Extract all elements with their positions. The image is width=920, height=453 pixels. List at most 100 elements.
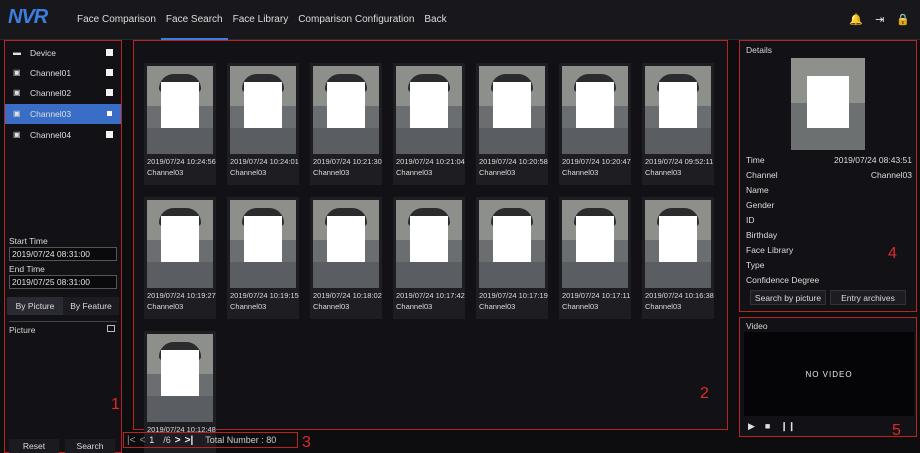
camera-icon: ▣ bbox=[13, 68, 21, 77]
channel-label: Channel01 bbox=[30, 68, 72, 78]
result-time: 2019/07/24 10:19:15 bbox=[230, 291, 299, 300]
lock-icon[interactable]: 🔒 bbox=[896, 13, 910, 26]
channel-row-03[interactable]: ▣ Channel03 bbox=[5, 104, 121, 124]
reset-button[interactable]: Reset bbox=[9, 439, 59, 453]
channel-checkbox[interactable] bbox=[106, 69, 113, 76]
result-channel: Channel03 bbox=[479, 302, 516, 311]
face-snapshot bbox=[562, 200, 628, 288]
result-card[interactable]: 2019/07/24 10:24:56 Channel03 bbox=[144, 63, 216, 185]
tab-by-picture[interactable]: By Picture bbox=[7, 297, 63, 315]
result-card[interactable]: 2019/07/24 10:18:02 Channel03 bbox=[310, 197, 382, 319]
channel-row-01[interactable]: ▣ Channel01 bbox=[5, 63, 121, 83]
detail-confidence: Confidence Degree bbox=[746, 275, 820, 285]
detail-birthday: Birthday bbox=[746, 230, 778, 240]
result-channel: Channel03 bbox=[396, 302, 433, 311]
result-time: 2019/07/24 10:20:47 bbox=[562, 157, 631, 166]
top-icons: 🔔 ⇥ 🔒 bbox=[849, 13, 910, 26]
tab-comparison-configuration[interactable]: Comparison Configuration bbox=[293, 0, 419, 40]
detail-gender: Gender bbox=[746, 200, 775, 210]
tab-by-feature[interactable]: By Feature bbox=[63, 297, 119, 315]
face-mask bbox=[493, 82, 531, 128]
details-panel: Details Time 2019/07/24 08:43:51 Channel C… bbox=[739, 40, 917, 312]
device-icon: ▬ bbox=[13, 48, 21, 57]
details-title: Details bbox=[746, 45, 772, 55]
add-picture-icon[interactable] bbox=[107, 325, 115, 332]
marker-1: 1 bbox=[111, 396, 120, 413]
bell-icon[interactable]: 🔔 bbox=[849, 13, 863, 26]
channel-row-04[interactable]: ▣ Channel04 bbox=[5, 125, 121, 145]
face-mask bbox=[807, 76, 849, 128]
result-card[interactable]: 2019/07/24 10:19:27 Channel03 bbox=[144, 197, 216, 319]
result-time: 2019/07/24 10:20:58 bbox=[479, 157, 548, 166]
device-row[interactable]: ▬ Device bbox=[5, 43, 121, 63]
end-time-label: End Time bbox=[9, 264, 45, 274]
tab-face-library[interactable]: Face Library bbox=[228, 0, 294, 40]
result-time: 2019/07/24 10:17:42 bbox=[396, 291, 465, 300]
play-icon[interactable]: ▶ bbox=[748, 421, 755, 432]
camera-icon: ▣ bbox=[13, 130, 21, 139]
face-mask bbox=[659, 82, 697, 128]
channel-row-02[interactable]: ▣ Channel02 bbox=[5, 83, 121, 103]
page-input[interactable]: 1 bbox=[149, 435, 159, 445]
result-card[interactable]: 2019/07/24 10:20:47 Channel03 bbox=[559, 63, 631, 185]
result-card[interactable]: 2019/07/24 10:17:42 Channel03 bbox=[393, 197, 465, 319]
search-by-picture-button[interactable]: Search by picture bbox=[750, 290, 826, 305]
result-card[interactable]: 2019/07/24 10:19:15 Channel03 bbox=[227, 197, 299, 319]
tab-back[interactable]: Back bbox=[419, 0, 451, 40]
tab-face-search[interactable]: Face Search bbox=[160, 0, 228, 40]
face-mask bbox=[244, 82, 282, 128]
result-time: 2019/07/24 10:21:30 bbox=[313, 157, 382, 166]
channel-checkbox[interactable] bbox=[106, 89, 113, 96]
result-channel: Channel03 bbox=[147, 302, 184, 311]
result-time: 2019/07/24 10:21:04 bbox=[396, 157, 465, 166]
video-controls: ▶ ■ ❙❙ bbox=[748, 421, 795, 432]
logout-icon[interactable]: ⇥ bbox=[875, 13, 884, 26]
start-time-field[interactable]: 2019/07/24 08:31:00 bbox=[9, 247, 117, 261]
prev-page-icon[interactable]: < bbox=[139, 435, 145, 446]
face-mask bbox=[576, 216, 614, 262]
camera-icon: ▣ bbox=[13, 88, 21, 97]
marker-2: 2 bbox=[700, 385, 709, 402]
video-status: NO VIDEO bbox=[805, 369, 853, 379]
face-snapshot bbox=[562, 66, 628, 154]
next-page-icon[interactable]: > bbox=[175, 435, 181, 446]
result-channel: Channel03 bbox=[645, 302, 682, 311]
face-snapshot bbox=[147, 334, 213, 422]
face-snapshot bbox=[147, 200, 213, 288]
face-snapshot bbox=[645, 66, 711, 154]
channel-label: Channel02 bbox=[30, 88, 72, 98]
face-snapshot bbox=[313, 200, 379, 288]
channel-checkbox[interactable] bbox=[106, 110, 113, 117]
result-card[interactable]: 2019/07/24 09:52:11 Channel03 bbox=[642, 63, 714, 185]
page-total: /6 bbox=[163, 435, 171, 445]
result-card[interactable]: 2019/07/24 10:17:19 Channel03 bbox=[476, 197, 548, 319]
face-mask bbox=[576, 82, 614, 128]
face-mask bbox=[327, 82, 365, 128]
face-snapshot bbox=[230, 66, 296, 154]
first-page-icon[interactable]: |< bbox=[127, 435, 135, 446]
result-card[interactable]: 2019/07/24 10:21:30 Channel03 bbox=[310, 63, 382, 185]
face-snapshot bbox=[645, 200, 711, 288]
end-time-field[interactable]: 2019/07/25 08:31:00 bbox=[9, 275, 117, 289]
last-page-icon[interactable]: >| bbox=[185, 435, 194, 446]
result-time: 2019/07/24 10:16:38 bbox=[645, 291, 714, 300]
face-mask bbox=[244, 216, 282, 262]
result-card[interactable]: 2019/07/24 10:21:04 Channel03 bbox=[393, 63, 465, 185]
pause-icon[interactable]: ❙❙ bbox=[780, 421, 795, 432]
stop-icon[interactable]: ■ bbox=[765, 421, 770, 432]
face-mask bbox=[410, 82, 448, 128]
result-card[interactable]: 2019/07/24 10:16:38 Channel03 bbox=[642, 197, 714, 319]
result-card[interactable]: 2019/07/24 10:17:11 Channel03 bbox=[559, 197, 631, 319]
channel-checkbox[interactable] bbox=[106, 131, 113, 138]
result-channel: Channel03 bbox=[313, 302, 350, 311]
device-checkbox[interactable] bbox=[106, 49, 113, 56]
video-screen[interactable]: NO VIDEO bbox=[744, 332, 914, 416]
search-button[interactable]: Search bbox=[65, 439, 115, 453]
result-channel: Channel03 bbox=[230, 168, 267, 177]
face-snapshot bbox=[479, 200, 545, 288]
entry-archives-button[interactable]: Entry archives bbox=[830, 290, 906, 305]
tab-face-comparison[interactable]: Face Comparison bbox=[72, 0, 161, 40]
face-mask bbox=[410, 216, 448, 262]
result-card[interactable]: 2019/07/24 10:24:01 Channel03 bbox=[227, 63, 299, 185]
result-card[interactable]: 2019/07/24 10:20:58 Channel03 bbox=[476, 63, 548, 185]
